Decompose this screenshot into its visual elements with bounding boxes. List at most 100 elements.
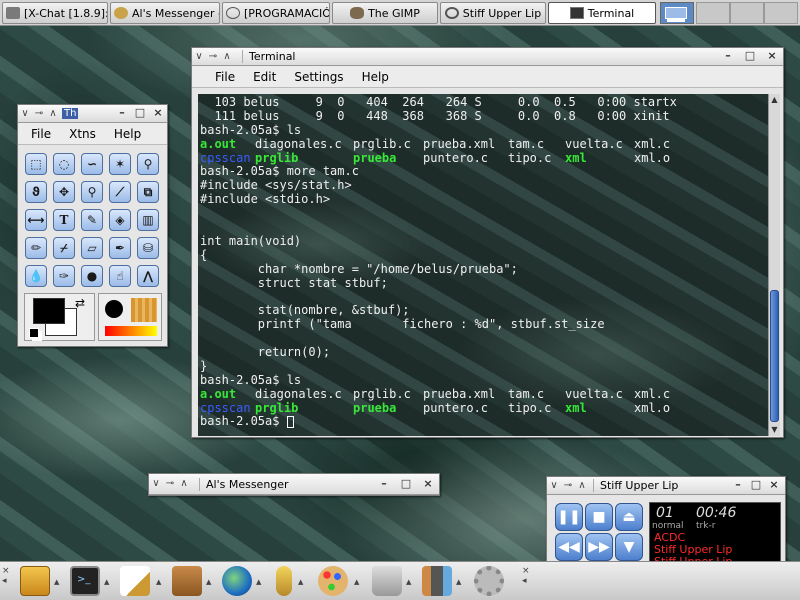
maximize-button[interactable]: □ <box>399 477 413 491</box>
task-gimp[interactable]: The GIMP <box>332 2 438 24</box>
close-button[interactable]: × <box>767 478 781 492</box>
measure-icon[interactable]: ⋀ <box>137 265 159 287</box>
chevron-up-icon[interactable]: ▲ <box>104 578 109 586</box>
chevron-up-icon[interactable]: ▲ <box>406 578 411 586</box>
color-picker-icon[interactable]: ✎ <box>81 209 103 231</box>
brush-preview[interactable] <box>105 300 123 318</box>
chevron-up-icon[interactable]: ∧ <box>220 50 234 64</box>
terminal-icon[interactable]: >_ <box>70 566 100 596</box>
chevron-up-icon[interactable]: ▲ <box>206 578 211 586</box>
text-icon[interactable]: T <box>53 209 75 231</box>
chevron-up-icon[interactable]: ∧ <box>177 477 191 491</box>
minimize-button[interactable]: – <box>377 477 391 491</box>
fast-forward-icon[interactable]: ▶▶ <box>585 533 613 561</box>
terminal-output[interactable]: 103 belus 9 0 404 264 264 S 0.0 0.5 0:00… <box>198 94 768 436</box>
messenger-titlebar[interactable]: ∨ ⊸ ∧ Al's Messenger – □ × <box>149 474 439 495</box>
chevron-up-icon[interactable]: ▲ <box>54 578 59 586</box>
menu-help[interactable]: Help <box>353 70 398 84</box>
magic-wand-icon[interactable]: ✶ <box>109 153 131 175</box>
airbrush-icon[interactable]: ✒ <box>109 237 131 259</box>
clone-icon[interactable]: ⛁ <box>137 237 159 259</box>
chevron-down-icon[interactable]: ∨ <box>547 479 561 493</box>
pause-icon[interactable]: ❚❚ <box>555 503 583 531</box>
package-box-icon[interactable] <box>172 566 202 596</box>
chevron-down-icon[interactable]: ∨ <box>192 50 206 64</box>
chevron-up-icon[interactable]: ▲ <box>456 578 461 586</box>
pin-icon[interactable]: ⊸ <box>32 107 46 121</box>
menu-file[interactable]: File <box>22 127 60 141</box>
foreground-color-swatch[interactable] <box>33 298 65 324</box>
chevron-up-icon[interactable]: ∧ <box>46 107 60 121</box>
gimp-titlebar[interactable]: ∨ ⊸ ∧ Th – □ × <box>18 105 167 123</box>
desktop-pager[interactable] <box>660 2 694 24</box>
crop-icon[interactable]: ⟋ <box>109 181 131 203</box>
task-player[interactable]: Stiff Upper Lip <box>440 2 546 24</box>
bucket-fill-icon[interactable]: ◈ <box>109 209 131 231</box>
task-programacion[interactable]: [PROGRAMACIÓN <box>222 2 330 24</box>
smudge-icon[interactable]: ☝ <box>109 265 131 287</box>
paintbrush-icon[interactable]: ⌿ <box>53 237 75 259</box>
text-editor-icon[interactable] <box>120 566 150 596</box>
palette-icon[interactable] <box>318 566 348 596</box>
chevron-up-icon[interactable]: ▲ <box>156 578 161 586</box>
eject-icon[interactable]: ⏏ <box>615 503 643 531</box>
terminal-scrollbar[interactable]: ▲ ▼ <box>768 94 780 436</box>
desktop-2[interactable] <box>696 2 730 24</box>
menu-settings[interactable]: Settings <box>285 70 352 84</box>
menu-xtns[interactable]: Xtns <box>60 127 105 141</box>
zoom-icon[interactable]: ⚲ <box>81 181 103 203</box>
close-button[interactable]: × <box>151 106 165 120</box>
menu-edit[interactable]: Edit <box>244 70 285 84</box>
menu-help[interactable]: Help <box>105 127 150 141</box>
scissors-select-icon[interactable]: ⚲ <box>137 153 159 175</box>
chevron-down-icon[interactable]: ∨ <box>149 477 163 491</box>
scroll-down-icon[interactable]: ▼ <box>769 424 780 436</box>
globe-icon[interactable] <box>222 566 252 596</box>
minimize-button[interactable]: – <box>731 478 745 492</box>
pin-icon[interactable]: ⊸ <box>163 477 177 491</box>
player-titlebar[interactable]: ∨ ⊸ ∧ Stiff Upper Lip – □ × <box>547 477 785 495</box>
rewind-icon[interactable]: ◀◀ <box>555 533 583 561</box>
move-icon[interactable]: ✥ <box>53 181 75 203</box>
transform-icon[interactable]: ⧉ <box>137 181 159 203</box>
chevron-up-icon[interactable]: ▲ <box>354 578 359 586</box>
maximize-button[interactable]: □ <box>133 106 147 120</box>
ellipse-select-icon[interactable]: ◌ <box>53 153 75 175</box>
dodge-burn-icon[interactable]: ● <box>81 265 103 287</box>
swap-colors-icon[interactable]: ⇄ <box>75 296 85 310</box>
folder-icon[interactable] <box>20 566 50 596</box>
ink-icon[interactable]: ✑ <box>53 265 75 287</box>
rect-select-icon[interactable]: ⬚ <box>25 153 47 175</box>
task-messenger[interactable]: Al's Messenger - Pr <box>110 2 220 24</box>
pin-icon[interactable]: ⊸ <box>206 50 220 64</box>
lasso-icon[interactable]: ∽ <box>81 153 103 175</box>
desktop-4[interactable] <box>764 2 798 24</box>
menu-file[interactable]: File <box>206 70 244 84</box>
terminal-titlebar[interactable]: ∨ ⊸ ∧ Terminal – □ × <box>192 48 783 66</box>
pin-icon[interactable]: ⊸ <box>561 479 575 493</box>
media-icon[interactable] <box>422 566 452 596</box>
minimize-button[interactable]: – <box>721 49 735 63</box>
task-terminal[interactable]: Terminal <box>548 2 656 24</box>
gradient-icon[interactable]: ▥ <box>137 209 159 231</box>
close-button[interactable]: × <box>765 49 779 63</box>
trash-icon[interactable] <box>372 566 402 596</box>
close-button[interactable]: × <box>421 477 435 491</box>
menu-down-icon[interactable]: ▼ <box>615 533 643 561</box>
gear-icon[interactable] <box>474 566 504 596</box>
maximize-button[interactable]: □ <box>743 49 757 63</box>
stop-icon[interactable]: ■ <box>585 503 613 531</box>
task-xchat[interactable]: [X-Chat [1.8.9]: Dis <box>2 2 108 24</box>
chevron-up-icon[interactable]: ▲ <box>298 578 303 586</box>
pattern-preview[interactable] <box>131 298 157 322</box>
scrollbar-thumb[interactable] <box>770 290 779 422</box>
dock-handle-icon[interactable]: × ◂ <box>522 566 530 586</box>
scroll-up-icon[interactable]: ▲ <box>769 94 780 106</box>
dock-handle-icon[interactable]: × ◂ <box>2 566 10 586</box>
desktop-3[interactable] <box>730 2 764 24</box>
blur-icon[interactable]: 💧 <box>25 265 47 287</box>
bezier-path-icon[interactable]: ϑ <box>25 181 47 203</box>
flip-icon[interactable]: ⟷ <box>25 209 47 231</box>
chevron-up-icon[interactable]: ▲ <box>256 578 261 586</box>
lock-icon[interactable] <box>276 566 292 596</box>
